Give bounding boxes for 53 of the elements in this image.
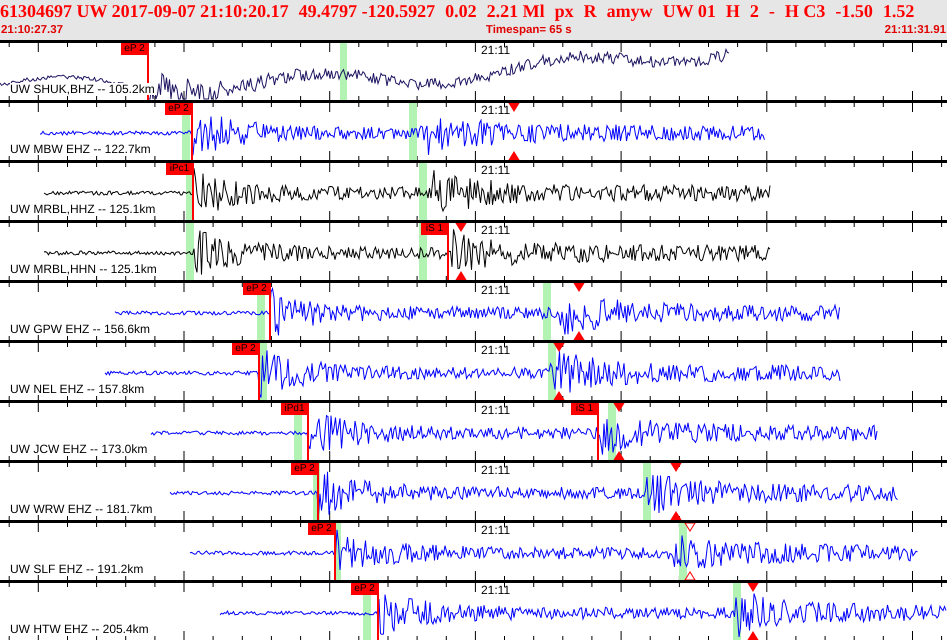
station-label: UW NEL EHZ -- 157.8km — [10, 383, 146, 395]
station-label: UW SHUK,BHZ -- 105.2km — [10, 83, 157, 95]
event-info-text: 61304697 UW 2017-09-07 21:10:20.17 — [0, 2, 289, 20]
time-label: 21:11 — [481, 464, 510, 476]
phase-pick-label[interactable]: eP 2 — [165, 103, 192, 115]
time-label: 21:11 — [481, 164, 510, 176]
time-label: 21:11 — [481, 224, 510, 236]
event-info-text: R — [584, 2, 597, 20]
event-info-text: 2.21 Ml — [486, 2, 545, 20]
event-info-text: -1.50 — [835, 2, 873, 20]
phase-pick-label[interactable]: iPc1 — [166, 163, 193, 175]
phase-pick-label[interactable]: eP 2 — [291, 463, 318, 475]
phase-pick-label[interactable]: eP 2 — [232, 343, 259, 355]
event-info-text: 49.4797 -120.5927 — [298, 2, 436, 20]
station-label: UW HTW EHZ -- 205.4km — [10, 623, 151, 635]
start-time: 21:10:27.37 — [1, 23, 64, 38]
phase-pick-label[interactable]: iS 1 — [571, 403, 598, 415]
station-label: UW MRBL,HHN -- 125.1km — [10, 263, 159, 275]
station-label: UW WRW EHZ -- 181.7km — [10, 503, 154, 515]
arrival-band — [543, 283, 551, 340]
station-label: UW MRBL,HHZ -- 125.1km — [10, 203, 158, 215]
time-label: 21:11 — [481, 524, 510, 536]
phase-pick-label[interactable]: eP 2 — [308, 523, 335, 535]
station-label: UW MBW EHZ -- 122.7km — [10, 143, 153, 155]
event-info-text: px — [554, 2, 574, 20]
event-info-text: UW 01 — [662, 2, 716, 20]
arrival-band — [186, 223, 194, 280]
time-label: 21:11 — [481, 404, 510, 416]
event-info-text: amyw — [606, 2, 653, 20]
end-time: 21:11:31.91 — [884, 23, 946, 38]
event-info-text: 2 — [750, 2, 759, 20]
phase-pick-label[interactable]: iPd1 — [281, 403, 308, 415]
phase-pick-label[interactable]: eP 2 — [243, 283, 270, 295]
arrival-band — [409, 103, 417, 160]
arrival-band — [419, 163, 427, 220]
time-label: 21:11 — [481, 584, 510, 596]
phase-pick-label[interactable]: iS 1 — [421, 223, 448, 235]
event-info-text: 1.52 — [882, 2, 914, 20]
time-label: 21:11 — [481, 104, 510, 116]
phase-pick-label[interactable]: eP 2 — [121, 43, 148, 55]
time-label: 21:11 — [481, 344, 510, 356]
arrival-band — [340, 43, 347, 100]
phase-pick-label[interactable]: eP 2 — [351, 583, 378, 595]
event-info-text: - — [768, 2, 775, 20]
event-info-text: H C3 — [784, 2, 826, 20]
event-info-text: H — [726, 2, 740, 20]
timespan-label: Timespan= 65 s — [486, 23, 572, 38]
station-label: UW GPW EHZ -- 156.6km — [10, 323, 152, 335]
event-info-text: 0.02 — [445, 2, 477, 20]
time-label: 21:11 — [481, 44, 510, 56]
station-label: UW JCW EHZ -- 173.0km — [10, 443, 150, 455]
time-label: 21:11 — [481, 284, 510, 296]
station-label: UW SLF EHZ -- 191.2km — [10, 563, 146, 575]
